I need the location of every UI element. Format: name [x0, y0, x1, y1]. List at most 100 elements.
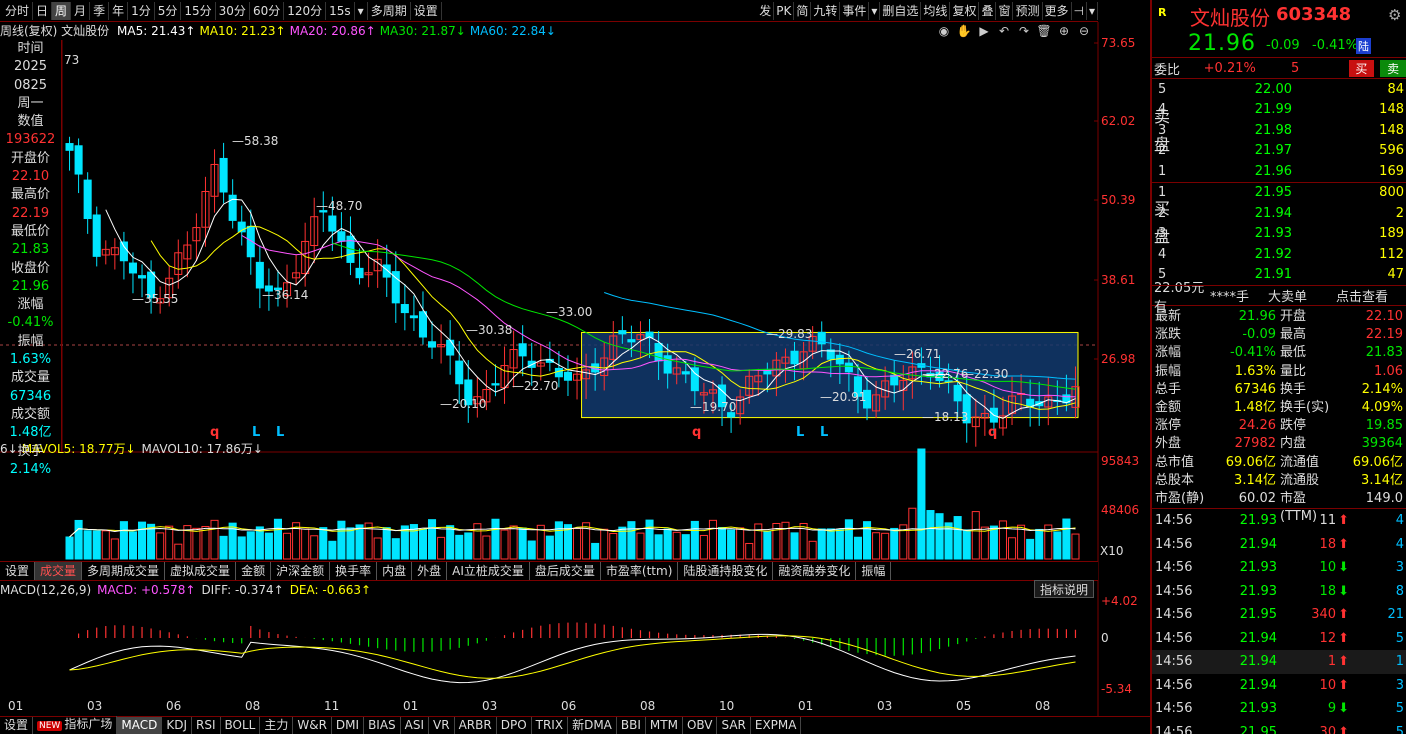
tick-row[interactable]: 14:56 21.94 10 ⬆ 3: [1152, 674, 1406, 698]
tool-button-12[interactable]: 更多: [1043, 2, 1072, 20]
buys-level-row[interactable]: 4 21.92 112: [1152, 244, 1406, 265]
sub-tab-5[interactable]: 沪深金额: [271, 562, 331, 580]
sub-tab-7[interactable]: 内盘: [377, 562, 413, 580]
sells-level-row[interactable]: 4 21.99 148: [1152, 100, 1406, 121]
buys-level-row[interactable]: 3 21.93 189: [1152, 224, 1406, 245]
tick-list[interactable]: 14:56 21.93 11 ⬆ 4 14:56 21.94 18 ⬆ 4 14:56 21.93 10…: [1152, 509, 1406, 734]
sells-level-row[interactable]: 5 22.00 84: [1152, 79, 1406, 100]
tool-button-8[interactable]: 复权: [950, 2, 980, 20]
tool-button-2[interactable]: 简: [794, 2, 812, 20]
tool-button-0[interactable]: 发: [757, 2, 775, 20]
period-tab-14[interactable]: 多周期: [368, 1, 411, 20]
tool-button-7[interactable]: 均线: [921, 2, 951, 20]
settings-gear-icon[interactable]: ⚙: [1388, 6, 1401, 24]
tick-row[interactable]: 14:56 21.93 10 ⬇ 3: [1152, 556, 1406, 580]
indicator-tab-1[interactable]: NEW 指标广场: [33, 716, 118, 734]
period-tab-7[interactable]: 5分: [155, 1, 182, 20]
period-tab-0[interactable]: 分时: [2, 1, 34, 20]
indicator-tab-4[interactable]: RSI: [192, 717, 221, 734]
indicator-tab-0[interactable]: 设置: [0, 717, 34, 734]
tick-row[interactable]: 14:56 21.93 9 ⬇ 5: [1152, 697, 1406, 721]
period-tab-6[interactable]: 1分: [128, 1, 155, 20]
buy-button[interactable]: 买: [1348, 59, 1375, 77]
tool-button-3[interactable]: 九转: [811, 2, 841, 20]
buys-level-row[interactable]: 5 21.91 47: [1152, 265, 1406, 286]
indicator-tab-12[interactable]: ARBR: [455, 717, 497, 734]
indicator-tab-10[interactable]: ASI: [401, 717, 430, 734]
indicator-tab-16[interactable]: BBI: [617, 717, 646, 734]
candle: [418, 291, 427, 345]
tick-row[interactable]: 14:56 21.95 340 ⬆ 21: [1152, 603, 1406, 627]
volume-bar: [138, 521, 147, 560]
indicator-tab-3[interactable]: KDJ: [162, 717, 192, 734]
period-tab-10[interactable]: 60分: [250, 1, 285, 20]
quote-value: -0.41%: [1230, 345, 1276, 361]
sell-button[interactable]: 卖: [1380, 59, 1406, 77]
tick-row[interactable]: 14:56 21.93 11 ⬆ 4: [1152, 509, 1406, 533]
tool-button-9[interactable]: 叠: [979, 2, 997, 20]
kline-chart[interactable]: 73.65 62.02 50.39 38.61 26.98 —58.38 —48.70 —33…: [0, 22, 1150, 716]
indicator-tab-13[interactable]: DPO: [497, 717, 532, 734]
sub-tab-4[interactable]: 金额: [236, 562, 272, 580]
tool-button-11[interactable]: 预测: [1013, 2, 1043, 20]
indicator-tab-8[interactable]: DMI: [332, 717, 365, 734]
indicator-tab-20[interactable]: EXPMA: [751, 717, 802, 734]
tick-row[interactable]: 14:56 21.94 18 ⬆ 4: [1152, 533, 1406, 557]
period-tab-2[interactable]: 周: [52, 1, 72, 20]
sub-tab-9[interactable]: AI立桩成交量: [447, 562, 530, 580]
period-tab-11[interactable]: 120分: [284, 1, 327, 20]
period-tab-15[interactable]: 设置: [411, 1, 442, 20]
period-tab-3[interactable]: 月: [71, 1, 91, 20]
sub-tab-1[interactable]: 成交量: [35, 562, 83, 580]
indicator-tab-19[interactable]: SAR: [717, 717, 751, 734]
tick-row[interactable]: 14:56 21.95 30 ⬆ 5: [1152, 721, 1406, 734]
vol-legend: 6↓ MAVOL5: 18.77万↓ MAVOL10: 17.86万↓: [0, 440, 420, 458]
sub-tab-13[interactable]: 融资融券变化: [773, 562, 857, 580]
sells-level-row[interactable]: 2 21.97 596: [1152, 141, 1406, 162]
indicator-tab-6[interactable]: 主力: [260, 717, 294, 734]
sub-tab-0[interactable]: 设置: [0, 562, 36, 580]
tick-time: 14:56: [1155, 560, 1193, 576]
sells-level-row[interactable]: 1 21.96 169: [1152, 161, 1406, 182]
period-tab-12[interactable]: 15s: [326, 1, 355, 20]
sub-tab-8[interactable]: 外盘: [412, 562, 448, 580]
sub-tab-10[interactable]: 盘后成交量: [530, 562, 601, 580]
indicator-explain-button[interactable]: 指标说明: [1034, 580, 1094, 598]
indicator-tab-5[interactable]: BOLL: [221, 717, 261, 734]
indicator-tab-14[interactable]: TRIX: [532, 717, 569, 734]
tool-button-6[interactable]: 删自选: [880, 2, 922, 20]
indicator-tab-15[interactable]: 新DMA: [568, 717, 617, 734]
sub-tab-12[interactable]: 陆股通持股变化: [678, 562, 774, 580]
indicator-tab-2[interactable]: MACD: [117, 717, 163, 734]
indicator-tab-9[interactable]: BIAS: [364, 717, 401, 734]
period-tab-13[interactable]: ▾: [355, 1, 368, 20]
indicator-tab-7[interactable]: W&R: [293, 717, 332, 734]
period-tab-8[interactable]: 15分: [181, 1, 216, 20]
tool-button-4[interactable]: 事件: [840, 2, 870, 20]
big-order-view-link[interactable]: 点击查看: [1336, 286, 1388, 305]
tick-row[interactable]: 14:56 21.93 18 ⬇ 8: [1152, 580, 1406, 604]
tool-button-1[interactable]: PK: [774, 2, 795, 20]
sub-tab-6[interactable]: 换手率: [330, 562, 378, 580]
sub-tab-14[interactable]: 振幅: [856, 562, 892, 580]
tool-button-13[interactable]: ⊣: [1072, 2, 1087, 20]
tool-button-14[interactable]: ▾: [1087, 2, 1098, 20]
sub-tab-2[interactable]: 多周期成交量: [82, 562, 166, 580]
tool-button-10[interactable]: 窗: [996, 2, 1014, 20]
period-tab-4[interactable]: 季: [90, 1, 110, 20]
indicator-tab-17[interactable]: MTM: [646, 717, 683, 734]
tick-row[interactable]: 14:56 21.94 12 ⬆ 5: [1152, 627, 1406, 651]
buys-level-row[interactable]: 2 21.94 2: [1152, 203, 1406, 224]
buys-level-row[interactable]: 1 21.95 800: [1152, 183, 1406, 204]
sells-level-row[interactable]: 3 21.98 148: [1152, 120, 1406, 141]
tick-row[interactable]: 14:56 21.94 1 ⬆ 1: [1152, 650, 1406, 674]
indicator-tab-18[interactable]: OBV: [683, 717, 718, 734]
sub-tab-11[interactable]: 市盈率(ttm): [601, 562, 679, 580]
period-tab-9[interactable]: 30分: [216, 1, 250, 20]
volume-bar: [1053, 531, 1062, 560]
indicator-tab-11[interactable]: VR: [429, 717, 455, 734]
period-tab-5[interactable]: 年: [109, 1, 129, 20]
sub-tab-3[interactable]: 虚拟成交量: [165, 562, 237, 580]
period-tab-1[interactable]: 日: [33, 1, 53, 20]
tool-button-5[interactable]: ▾: [869, 2, 881, 20]
